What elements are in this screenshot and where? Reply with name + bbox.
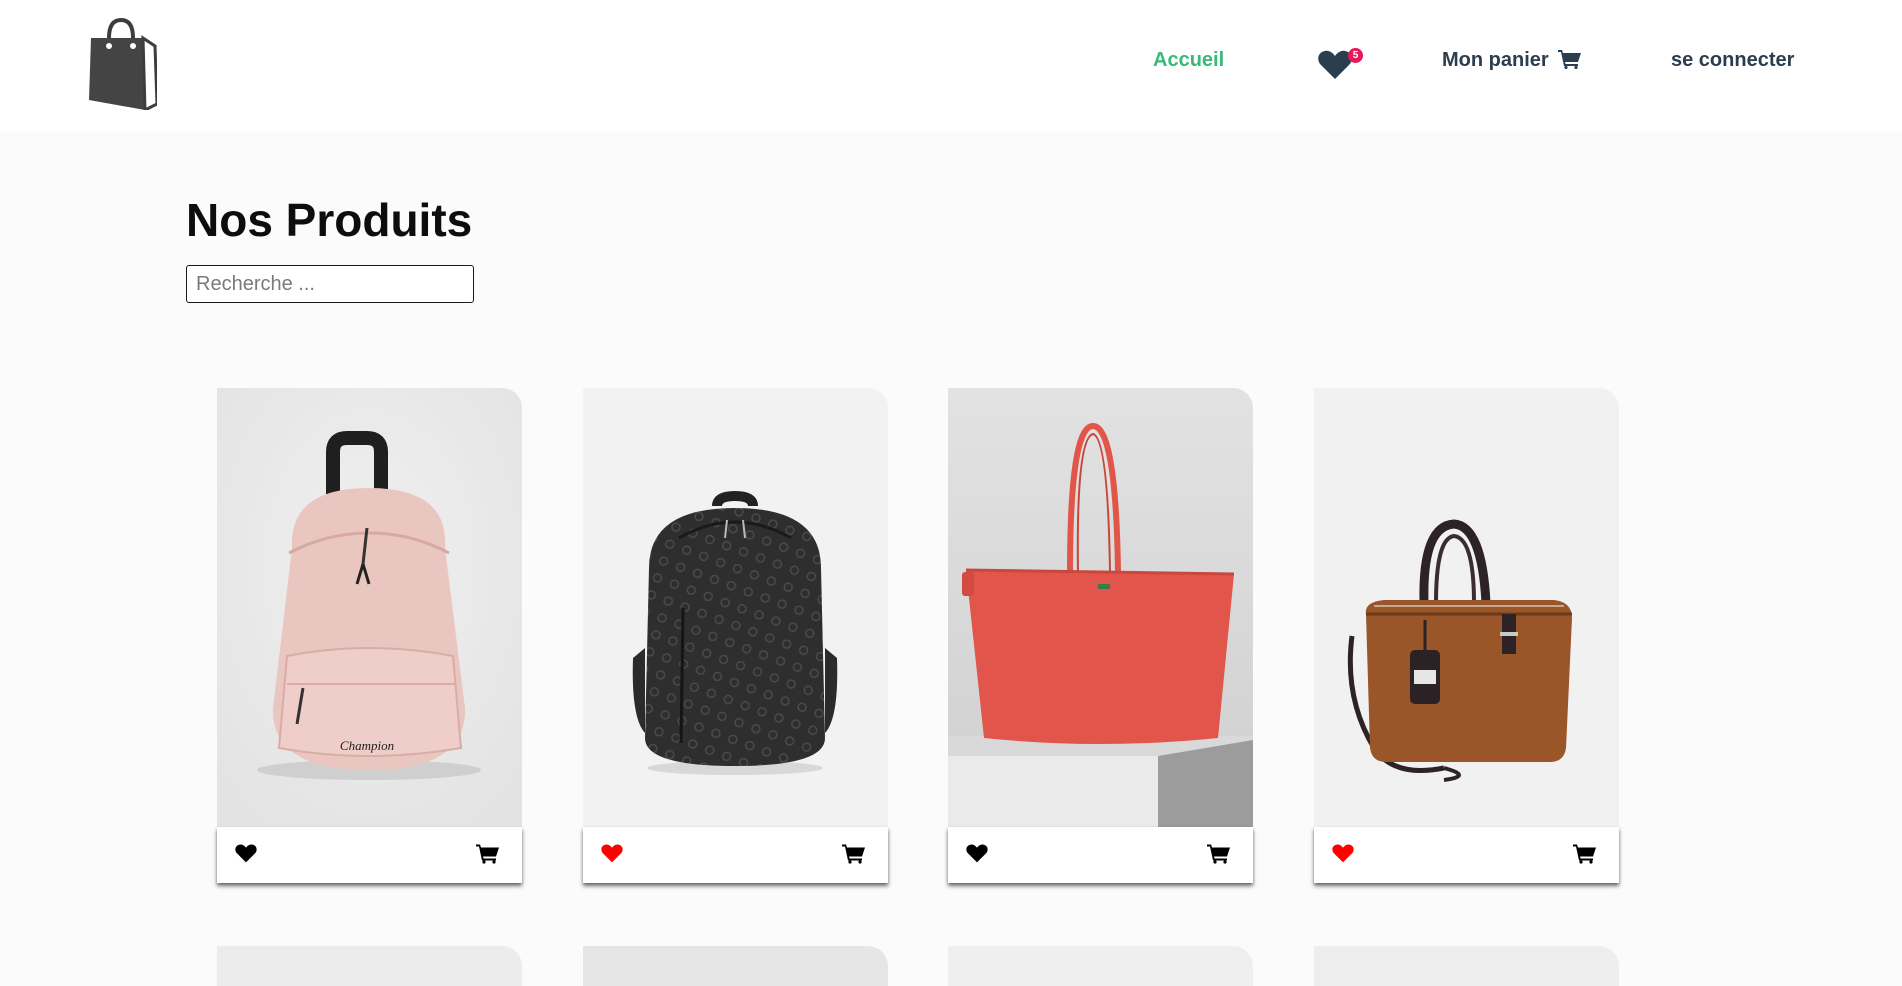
product-card [1314,388,1619,886]
search-input[interactable] [186,265,474,303]
heart-icon [235,844,257,863]
nav-cart-link[interactable]: Mon panier [1442,48,1582,72]
product-card[interactable] [583,946,888,986]
product-image[interactable] [1314,388,1619,828]
product-card: Champion [217,388,522,886]
cart-icon [1573,844,1596,864]
nav-login-link[interactable]: se connecter [1671,48,1794,72]
cart-icon [842,844,865,864]
product-image[interactable] [948,388,1253,828]
svg-text:Champion: Champion [340,738,394,753]
favorites-count-badge: 5 [1348,48,1363,63]
heart-icon [1332,844,1354,863]
add-to-cart-button[interactable] [1207,843,1231,869]
favorite-toggle-button[interactable] [1332,844,1354,868]
nav-cart-label: Mon panier [1442,49,1549,71]
cart-icon [476,844,499,864]
product-card-actions [217,827,522,883]
product-card [948,388,1253,886]
add-to-cart-button[interactable] [842,843,866,869]
favorite-toggle-button[interactable] [601,844,623,868]
cart-icon [1558,50,1582,70]
cart-icon [1207,844,1230,864]
product-image[interactable]: Champion [217,388,522,828]
heart-icon [1318,50,1352,79]
site-header: Accueil 5 Mon panier se connecter [0,0,1902,132]
product-card[interactable] [1314,946,1619,986]
product-card-actions [583,827,888,883]
shopping-bag-logo-icon[interactable] [87,16,159,113]
add-to-cart-button[interactable] [476,843,500,869]
product-card[interactable] [948,946,1253,986]
product-image[interactable] [583,388,888,828]
product-card [583,388,888,886]
favorite-toggle-button[interactable] [235,844,257,868]
product-card-actions [948,827,1253,883]
heart-icon [601,844,623,863]
page-title: Nos Produits [186,194,473,246]
add-to-cart-button[interactable] [1573,843,1597,869]
heart-icon [966,844,988,863]
product-card-actions [1314,827,1619,883]
nav-home-link[interactable]: Accueil [1153,48,1224,72]
nav-favorites-link[interactable]: 5 [1318,46,1366,82]
favorite-toggle-button[interactable] [966,844,988,868]
product-card[interactable] [217,946,522,986]
